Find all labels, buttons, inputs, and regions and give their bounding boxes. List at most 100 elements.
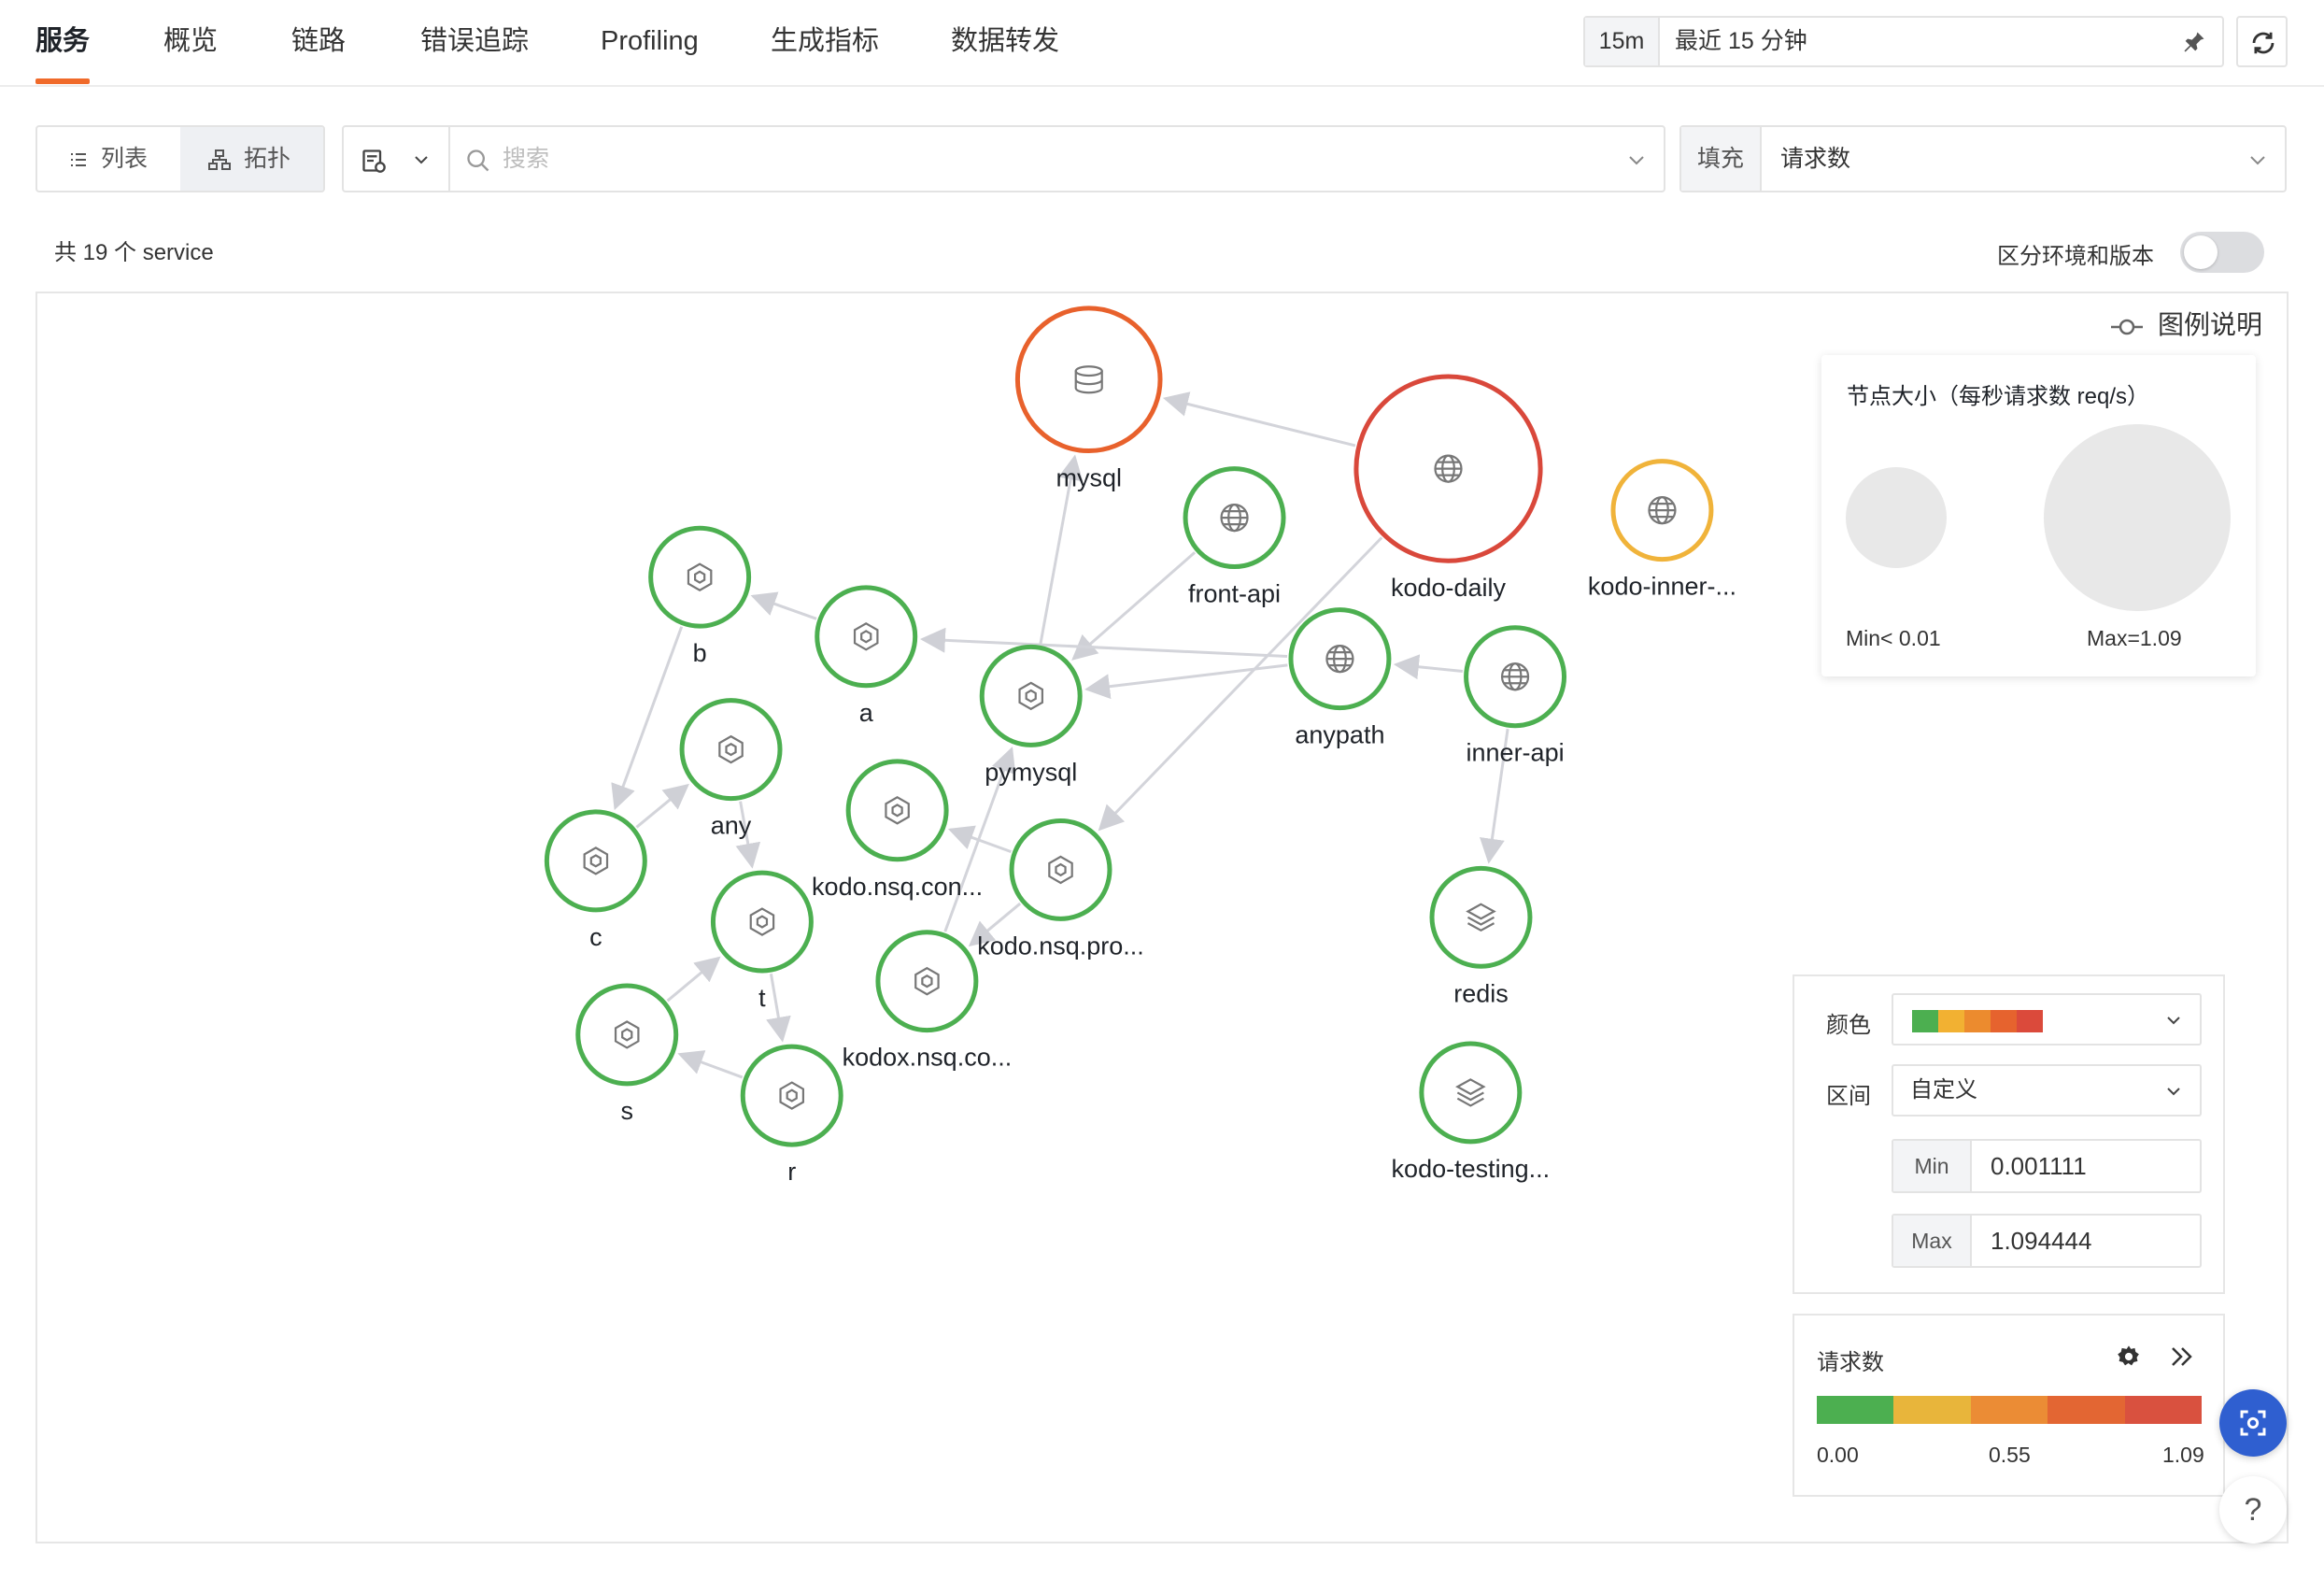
node-label: redis [1453,979,1509,1007]
node-circle [1014,306,1163,454]
tab-services[interactable]: 服务 [35,22,90,60]
edge-c-to-any [635,783,689,829]
service-node-b[interactable]: b [648,525,752,667]
range-label: 区间 [1826,1084,1871,1109]
chevron-down-icon[interactable] [1626,149,1647,170]
node-circle [544,809,647,913]
max-key: Max [1893,1216,1972,1266]
edge-anypath-to-pymysql [1084,663,1288,700]
legend-toggle-button[interactable]: 图例说明 [2109,306,2262,344]
service-node-kodo-daily[interactable]: kodo-daily [1353,374,1543,602]
service-node-c[interactable]: c [544,809,647,951]
node-circle [648,525,752,629]
node-label: c [589,923,602,951]
node-label: front-api [1188,580,1281,608]
service-node-any[interactable]: any [679,698,783,840]
service-node-redis[interactable]: redis [1429,865,1533,1007]
color-palette-select[interactable] [1892,993,2202,1046]
tab-generate-metrics[interactable]: 生成指标 [771,22,879,60]
time-range-picker[interactable]: 15m 最近 15 分钟 [1583,16,2224,67]
topology-view-button[interactable]: 拓扑 [180,127,323,191]
refresh-button[interactable] [2236,16,2288,67]
filter-list-icon [362,149,386,173]
refresh-icon [2252,32,2274,54]
view-toggle: 列表 拓扑 [35,125,325,192]
gear-icon[interactable] [2116,1344,2142,1370]
chevron-down-icon [2167,1017,2180,1025]
node-label: t [758,984,766,1012]
node-circle [710,870,814,974]
edge-inner-api-to-anypath [1393,654,1464,680]
node-label: kodo-testing... [1392,1155,1551,1183]
search-input[interactable]: 搜索 [503,127,549,191]
node-circle [815,585,918,689]
node-label: kodo-inner-... [1588,573,1736,601]
node-label: b [693,639,707,667]
color-label: 颜色 [1826,1013,1871,1038]
chevron-down-icon [2167,1088,2180,1096]
min-value: 0.001111 [1991,1152,2087,1180]
scale-title: 请求数 [1817,1350,1884,1375]
tab-overview[interactable]: 概览 [163,22,218,60]
service-node-mysql[interactable]: mysql [1014,306,1163,492]
service-search: 搜索 [342,125,1665,192]
service-node-kodo-nsq-pro[interactable]: kodo.nsq.pro... [977,818,1144,960]
time-range-label: 最近 15 分钟 [1675,28,1807,54]
range-min-field[interactable]: Min 0.001111 [1892,1139,2202,1193]
tab-traces[interactable]: 链路 [291,22,346,60]
min-key: Min [1893,1141,1972,1191]
service-node-s[interactable]: s [575,983,679,1125]
double-chevron-right-icon[interactable] [2168,1344,2196,1370]
node-size-legend: 节点大小（每秒请求数 req/s） Min< 0.01 Max=1.09 [1821,355,2256,676]
node-label: kodo-daily [1391,574,1507,602]
active-tab-indicator [35,78,90,84]
node-label: any [711,812,752,840]
list-icon [71,153,86,167]
node-label: inner-api [1467,739,1565,767]
fill-value: 请求数 [1780,146,1851,172]
color-scale-legend: 请求数 0.00 0.55 1.09 [1793,1314,2225,1497]
focus-view-button[interactable] [2219,1389,2287,1457]
max-size-circle [2044,424,2231,611]
service-node-kodo-inner[interactable]: kodo-inner-... [1588,459,1736,601]
service-node-t[interactable]: t [710,870,814,1012]
edge-t-to-r [766,973,791,1043]
node-label: kodo.nsq.pro... [977,932,1144,960]
service-node-inner-api[interactable]: inner-api [1464,625,1567,767]
edge-kodo-daily-to-mysql [1162,391,1356,448]
service-node-front-api[interactable]: front-api [1183,466,1286,608]
node-circle [875,930,979,1033]
scan-focus-icon [2240,1410,2266,1436]
service-node-pymysql[interactable]: pymysql [979,644,1083,786]
env-version-switch[interactable] [2180,232,2264,273]
tab-error-tracking[interactable]: 错误追踪 [420,22,529,60]
fill-metric-select[interactable]: 填充 请求数 [1679,125,2287,192]
tab-data-forwarding[interactable]: 数据转发 [951,22,1059,60]
chevron-down-icon [2250,156,2265,165]
help-button[interactable]: ? [2219,1476,2287,1543]
switch-knob [2184,235,2218,269]
topology-icon [208,149,231,171]
node-circle [1419,1041,1523,1145]
edge-front-api-to-pymysql [1071,551,1197,661]
size-legend-min: Min< 0.01 [1846,626,1941,650]
saved-filter-dropdown[interactable] [344,127,450,191]
range-select[interactable]: 自定义 [1892,1064,2202,1117]
color-scale-bar [1817,1396,2203,1424]
service-node-anypath[interactable]: anypath [1288,607,1392,749]
pin-icon[interactable] [2181,29,2207,55]
service-node-r[interactable]: r [740,1044,843,1186]
tab-profiling[interactable]: Profiling [601,22,699,60]
node-label: r [787,1158,796,1186]
fill-label: 填充 [1681,127,1762,191]
list-view-button[interactable]: 列表 [37,127,180,191]
node-circle [1009,818,1112,921]
service-node-kodo-testing[interactable]: kodo-testing... [1392,1041,1551,1183]
range-value: 自定义 [1910,1077,1977,1102]
range-max-field[interactable]: Max 1.094444 [1892,1214,2202,1268]
node-label: s [620,1097,633,1125]
service-node-a[interactable]: a [815,585,918,727]
node-circle [979,644,1083,747]
scale-segment [1817,1396,1894,1424]
edge-anypath-to-a [919,627,1288,658]
